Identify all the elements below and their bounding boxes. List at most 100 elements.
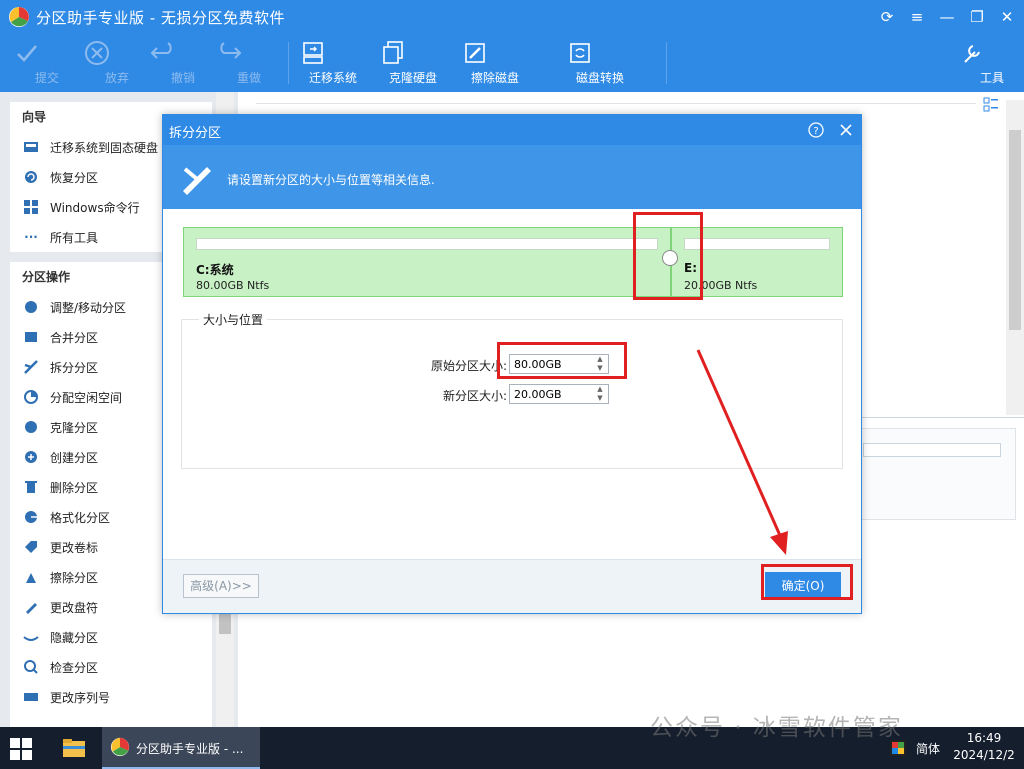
taskbar-app-icon <box>110 737 130 757</box>
more-icon: ··· <box>24 230 38 244</box>
label-icon <box>22 538 40 556</box>
wipe-partition-icon <box>22 568 40 586</box>
start-windows-icon[interactable] <box>10 738 32 760</box>
clock-time: 16:49 <box>966 731 1002 745</box>
partition-c-usage-bar <box>196 238 658 250</box>
check-partition-icon <box>22 658 40 676</box>
tools-button[interactable]: 工具 <box>957 38 1024 90</box>
migrate-os-icon <box>303 42 323 64</box>
drive-letter-icon <box>22 598 40 616</box>
annotation-arrow <box>696 349 788 555</box>
system-clock[interactable]: 16:49 2024/12/2 <box>952 730 1016 764</box>
refresh-icon[interactable]: ⟳ <box>872 0 902 34</box>
hide-icon <box>22 628 40 646</box>
sidebar-item-label: 创建分区 <box>50 450 99 465</box>
sidebar-item-change-serial[interactable]: 更改序列号 <box>10 682 212 712</box>
migrate-os-label: 迁移系统 <box>308 71 357 85</box>
input-language-indicator[interactable]: 简体 <box>916 740 940 757</box>
main-scrollbar[interactable] <box>1006 100 1024 415</box>
clone-disk-label: 克隆硬盘 <box>388 71 437 85</box>
sidebar-item-label: 克隆分区 <box>50 420 99 435</box>
annotation-box-original-size <box>497 342 627 379</box>
wipe-disk-button[interactable]: 擦除磁盘 <box>460 38 530 90</box>
sidebar-item-label: 拆分分区 <box>50 360 99 375</box>
convert-disk-icon <box>570 43 590 63</box>
redo-icon <box>220 42 242 59</box>
sidebar-scroll-thumb[interactable] <box>219 612 231 634</box>
sidebar-item-label: 调整/移动分区 <box>50 300 127 315</box>
cancel-circle-icon <box>85 41 109 65</box>
delete-icon <box>22 478 40 496</box>
format-icon <box>22 508 40 526</box>
app-logo-icon <box>9 7 29 27</box>
menu-icon[interactable]: ≡ <box>902 0 932 34</box>
sidebar-item-label: 更改序列号 <box>50 690 111 705</box>
sidebar-item-label: Windows命令行 <box>50 200 140 215</box>
toolbar-separator <box>288 42 289 84</box>
sidebar-item-label: 格式化分区 <box>50 510 111 525</box>
sidebar-item-label: 更改盘符 <box>50 600 99 615</box>
view-toggle-icon[interactable] <box>982 96 1004 118</box>
close-window-icon[interactable]: ✕ <box>992 0 1022 34</box>
partition-e-usage-bar <box>684 238 830 250</box>
taskbar-app-partition-assistant[interactable]: 分区助手专业版 - ... <box>102 727 260 769</box>
convert-disk-label: 磁盘转换 <box>575 71 624 85</box>
split-icon <box>22 358 40 376</box>
undo-button[interactable]: 撤销 <box>148 38 218 90</box>
sidebar-item-check-partition[interactable]: 检查分区 <box>10 652 212 682</box>
check-icon <box>17 45 37 62</box>
tools-icon <box>964 45 980 63</box>
submit-button[interactable]: 提交 <box>12 38 82 90</box>
discard-label: 放弃 <box>104 71 129 85</box>
new-size-input[interactable] <box>510 385 590 403</box>
submit-label: 提交 <box>34 71 59 85</box>
redo-label: 重做 <box>236 71 261 85</box>
dialog-footer: 高级(A)>> 确定(O) <box>163 559 861 613</box>
migrate-os-button[interactable]: 迁移系统 <box>298 38 368 90</box>
clock-date: 2024/12/2 <box>953 748 1015 762</box>
disk-map-bar <box>863 443 1001 457</box>
restore-icon[interactable]: ❐ <box>962 0 992 34</box>
help-icon[interactable]: ? <box>808 122 824 138</box>
clone-disk-button[interactable]: 克隆硬盘 <box>378 38 448 90</box>
taskbar-app-label: 分区助手专业版 - ... <box>136 742 244 756</box>
sidebar-item-label: 分配空闲空间 <box>50 390 123 405</box>
recover-partition-icon <box>22 168 40 186</box>
undo-icon <box>150 42 172 59</box>
dialog-titlebar: 拆分分区 ? <box>163 115 861 145</box>
sidebar-item-label: 合并分区 <box>50 330 99 345</box>
advanced-button[interactable]: 高级(A)>> <box>183 574 259 598</box>
redo-button[interactable]: 重做 <box>214 38 284 90</box>
sidebar-item-hide-partition[interactable]: 隐藏分区 <box>10 622 212 652</box>
new-size-stepper[interactable]: ▲▼ <box>509 384 609 404</box>
toolbar-separator <box>666 42 667 84</box>
window-title: 分区助手专业版 - 无损分区免费软件 <box>36 8 285 27</box>
sidebar-item-label: 迁移系统到固态硬盘 <box>50 140 159 155</box>
close-dialog-icon[interactable] <box>839 123 853 137</box>
convert-disk-button[interactable]: 磁盘转换 <box>565 38 635 90</box>
wipe-disk-label: 擦除磁盘 <box>470 71 519 85</box>
new-size-spin-arrows[interactable]: ▲ ▼ <box>594 385 606 403</box>
disk-map-panel <box>860 428 1016 520</box>
partition-c-block[interactable]: C:系统 80.00GB Ntfs <box>183 227 671 297</box>
toolbar: 提交 放弃 撤销 重做 迁移系统 克隆硬盘 擦除磁盘 磁盘转换 工具 <box>0 34 1024 92</box>
sidebar-item-label: 所有工具 <box>50 230 99 245</box>
tools-label: 工具 <box>979 71 1004 85</box>
sidebar-item-label: 隐藏分区 <box>50 630 99 645</box>
svg-text:?: ? <box>813 126 818 137</box>
watermark-text: 公众号 · 冰雪软件管家 <box>650 715 903 741</box>
sidebar-item-label: 检查分区 <box>50 660 99 675</box>
banner-message: 请设置新分区的大小与位置等相关信息. <box>227 173 435 187</box>
discard-button[interactable]: 放弃 <box>82 38 152 90</box>
minimize-icon[interactable]: — <box>932 0 962 34</box>
dialog-banner: 请设置新分区的大小与位置等相关信息. <box>163 145 861 209</box>
sidebar-item-label: 擦除分区 <box>50 570 99 585</box>
sidebar-item-label: 删除分区 <box>50 480 99 495</box>
tray-app-icon[interactable] <box>890 740 906 756</box>
main-scroll-thumb[interactable] <box>1009 130 1021 330</box>
split-banner-icon <box>183 167 211 195</box>
file-explorer-icon[interactable] <box>62 737 86 759</box>
clone-partition-icon <box>22 418 40 436</box>
wipe-disk-icon <box>465 43 485 63</box>
serial-number-icon <box>22 688 40 706</box>
